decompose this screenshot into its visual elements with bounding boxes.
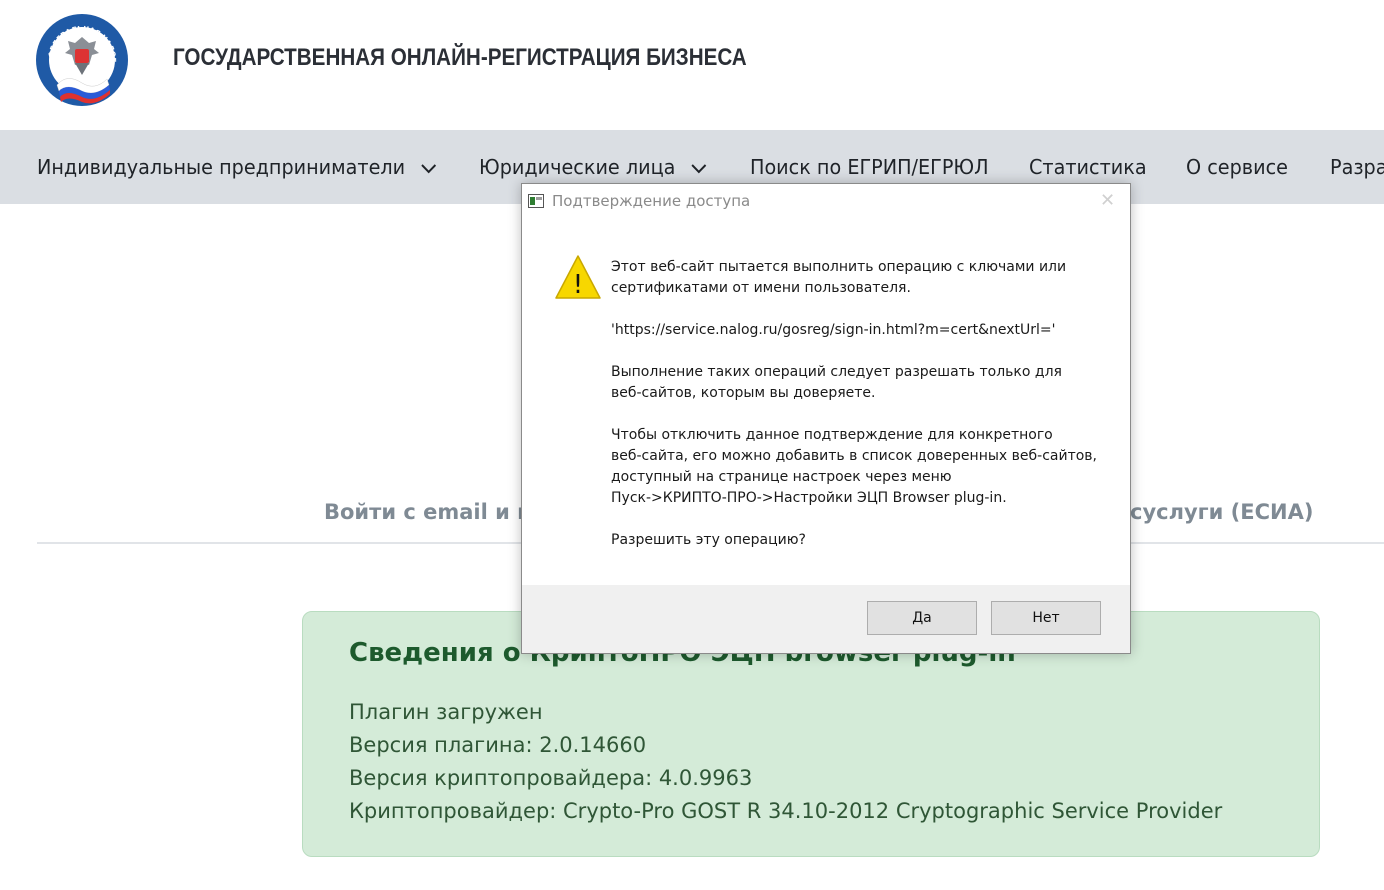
- warning-glyph: !: [573, 270, 583, 300]
- dialog-message-line: Пуск->КРИПТО-ПРО->Настройки ЭЦП Browser …: [611, 490, 1007, 506]
- csp-name: Криптопровайдер: Crypto-Pro GOST R 34.10…: [349, 799, 1223, 823]
- nav-item-label: Юридические лица: [479, 155, 676, 179]
- dialog-url: 'https://service.nalog.ru/gosreg/sign-in…: [611, 322, 1056, 338]
- plugin-status: Плагин загружен: [349, 700, 543, 724]
- nav-item-about[interactable]: О сервисе: [1186, 130, 1288, 204]
- nav-item-label: Статистика: [1029, 155, 1147, 179]
- dialog-message-line: веб-сайтов, которым вы доверяете.: [611, 385, 876, 401]
- nav-item-label: Индивидуальные предприниматели: [37, 155, 406, 179]
- close-icon[interactable]: ✕: [1100, 190, 1115, 211]
- chevron-down-icon: [691, 163, 707, 173]
- nav-item-developers[interactable]: Разра: [1330, 130, 1384, 204]
- chevron-down-icon: [421, 163, 436, 173]
- dialog-message-line: веб-сайта, его можно добавить в список д…: [611, 448, 1097, 464]
- dialog-question: Разрешить эту операцию?: [611, 532, 806, 548]
- site-title: ГОСУДАРСТВЕННАЯ ОНЛАЙН-РЕГИСТРАЦИЯ БИЗНЕ…: [173, 44, 747, 71]
- dialog-message-line: сертификатами от имени пользователя.: [611, 280, 911, 296]
- no-button[interactable]: Нет: [991, 601, 1101, 635]
- dialog-footer: Да Нет: [522, 585, 1130, 653]
- dialog-message-line: Выполнение таких операций следует разреш…: [611, 364, 1062, 380]
- plugin-version: Версия плагина: 2.0.14660: [349, 733, 647, 757]
- dialog-title: Подтверждение доступа: [552, 192, 751, 210]
- site-header: ФЕДЕРАЛЬНАЯ НАЛОГОВАЯ СЛУЖБА ГОСУДАРСТВЕ…: [0, 0, 1384, 130]
- dialog-message-line: доступный на странице настроек через мен…: [611, 469, 952, 485]
- csp-version: Версия криптопровайдера: 4.0.9963: [349, 766, 753, 790]
- tab-login-email[interactable]: Войти с email и п: [324, 500, 532, 524]
- fns-logo[interactable]: ФЕДЕРАЛЬНАЯ НАЛОГОВАЯ СЛУЖБА: [35, 13, 129, 107]
- dialog-message-line: Чтобы отключить данное подтверждение для…: [611, 427, 1053, 443]
- tab-login-esia[interactable]: суслуги (ЕСИА): [1130, 500, 1313, 524]
- dialog-titlebar[interactable]: Подтверждение доступа ✕: [522, 184, 1130, 218]
- nav-item-label: Разра: [1330, 155, 1384, 179]
- access-confirmation-dialog: Подтверждение доступа ✕ ! Этот веб-сайт …: [521, 183, 1131, 654]
- nav-item-label: Поиск по ЕГРИП/ЕГРЮЛ: [750, 155, 989, 179]
- window-app-icon: [528, 194, 544, 208]
- yes-button[interactable]: Да: [867, 601, 977, 635]
- warning-icon: !: [555, 255, 601, 300]
- nav-item-entrepreneurs[interactable]: Индивидуальные предприниматели: [37, 130, 436, 204]
- dialog-message-line: Этот веб-сайт пытается выполнить операци…: [611, 259, 1067, 275]
- nav-item-label: О сервисе: [1186, 155, 1288, 179]
